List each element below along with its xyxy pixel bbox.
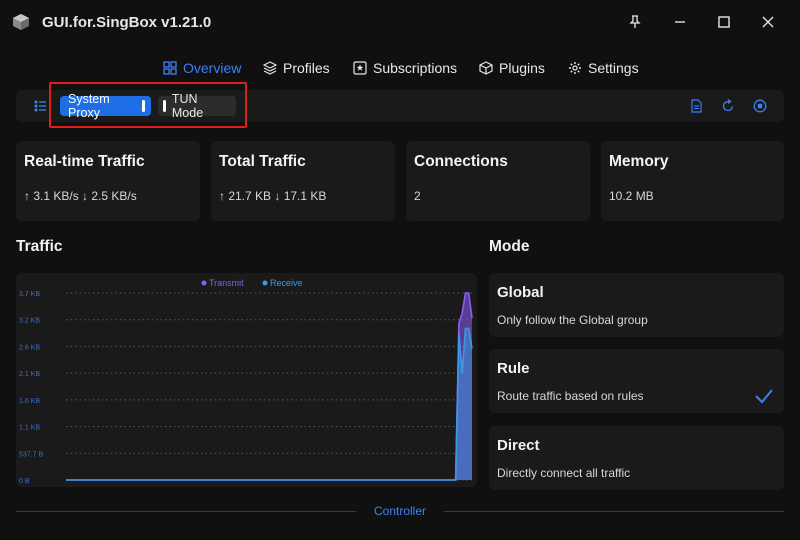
restart-icon	[722, 99, 734, 112]
mode-card-direct[interactable]: Direct Directly connect all traffic	[489, 426, 784, 490]
maximize-icon	[718, 16, 730, 28]
mode-title: Direct	[497, 437, 540, 454]
card-value: 2	[414, 189, 421, 203]
subscriptions-icon	[353, 61, 367, 75]
gear-icon	[569, 62, 581, 74]
mode-title: Global	[497, 284, 544, 301]
nav-label: Plugins	[499, 60, 545, 76]
mode-description: Route traffic based on rules	[497, 389, 644, 403]
pin-button[interactable]	[622, 10, 648, 34]
card-title: Connections	[414, 153, 508, 170]
legend-label: Transmit	[209, 278, 244, 288]
nav-label: Subscriptions	[373, 60, 458, 76]
card-title: Real-time Traffic	[24, 153, 145, 170]
y-tick-label: 3.7 KB	[19, 291, 40, 298]
list-settings-icon	[34, 100, 46, 112]
nav-label: Overview	[183, 60, 242, 76]
main-nav: Overview Profiles Subscriptions Plugins …	[0, 58, 800, 78]
y-tick-label: 2.6 KB	[19, 344, 40, 351]
realtime-traffic-card: Real-time Traffic ↑ 3.1 KB/s ↓ 2.5 KB/s	[16, 141, 200, 221]
series-area-transmit	[66, 293, 472, 480]
nav-item-overview[interactable]: Overview	[163, 58, 241, 78]
card-value: 10.2 MB	[609, 189, 654, 203]
layers-icon	[263, 61, 277, 75]
highlight-box	[49, 82, 247, 128]
close-button[interactable]	[755, 10, 781, 34]
file-text-icon	[691, 99, 702, 113]
legend-marker	[201, 280, 207, 286]
memory-card: Memory 10.2 MB	[601, 141, 784, 221]
series-area-receive	[66, 328, 472, 480]
nav-item-settings[interactable]: Settings	[568, 58, 639, 78]
y-tick-label: 1.6 KB	[19, 398, 40, 405]
y-tick-label: 0 B	[19, 478, 30, 485]
card-title: Total Traffic	[219, 153, 306, 170]
card-value: ↑ 3.1 KB/s ↓ 2.5 KB/s	[24, 189, 137, 203]
pin-icon	[629, 15, 641, 28]
stop-button[interactable]	[752, 98, 768, 114]
connections-card[interactable]: Connections 2	[406, 141, 590, 221]
logs-button[interactable]	[688, 98, 704, 114]
legend-marker	[262, 280, 268, 286]
mode-card-global[interactable]: Global Only follow the Global group	[489, 273, 784, 337]
mode-description: Only follow the Global group	[497, 313, 648, 327]
maximize-button[interactable]	[711, 10, 737, 34]
app-title: GUI.for.SingBox v1.21.0	[42, 14, 212, 31]
mode-section-title: Mode	[489, 238, 530, 255]
traffic-chart: 3.7 KB 3.2 KB 2.6 KB 2.1 KB 1.6 KB 1.1 KB 537.…	[16, 273, 477, 487]
nav-item-plugins[interactable]: Plugins	[479, 58, 545, 78]
y-tick-label: 1.1 KB	[19, 425, 40, 432]
y-tick-label: 2.1 KB	[19, 371, 40, 378]
stop-icon	[753, 99, 767, 113]
check-icon	[755, 389, 773, 404]
total-traffic-card: Total Traffic ↑ 21.7 KB ↓ 17.1 KB	[211, 141, 395, 221]
mode-title: Rule	[497, 360, 530, 377]
home-icon	[163, 61, 177, 75]
y-tick-label: 537.7 B	[19, 451, 43, 458]
controller-divider: Controller	[16, 504, 784, 518]
traffic-chart-svg: 3.7 KB 3.2 KB 2.6 KB 2.1 KB 1.6 KB 1.1 KB 537.…	[19, 278, 473, 485]
restart-button[interactable]	[720, 98, 736, 114]
minimize-button[interactable]	[667, 10, 693, 34]
series-line-receive	[66, 327, 473, 481]
series-line-transmit	[66, 292, 473, 481]
nav-item-subscriptions[interactable]: Subscriptions	[353, 58, 457, 78]
traffic-section-title: Traffic	[16, 238, 63, 255]
rules-button[interactable]	[32, 98, 48, 114]
controller-link[interactable]: Controller	[16, 504, 784, 518]
mode-description: Directly connect all traffic	[497, 466, 631, 480]
y-tick-label: 3.2 KB	[19, 318, 40, 325]
mode-card-rule[interactable]: Rule Route traffic based on rules	[489, 349, 784, 413]
close-icon	[762, 16, 774, 28]
title-bar: GUI.for.SingBox v1.21.0	[0, 0, 800, 44]
card-title: Memory	[609, 153, 669, 170]
nav-label: Profiles	[283, 60, 330, 76]
plugin-box-icon	[479, 61, 493, 75]
legend-label: Receive	[270, 278, 303, 288]
card-value: ↑ 21.7 KB ↓ 17.1 KB	[219, 189, 327, 203]
nav-item-profiles[interactable]: Profiles	[263, 58, 330, 78]
minimize-icon	[675, 21, 685, 23]
nav-label: Settings	[588, 60, 639, 76]
app-logo-icon	[13, 14, 29, 30]
